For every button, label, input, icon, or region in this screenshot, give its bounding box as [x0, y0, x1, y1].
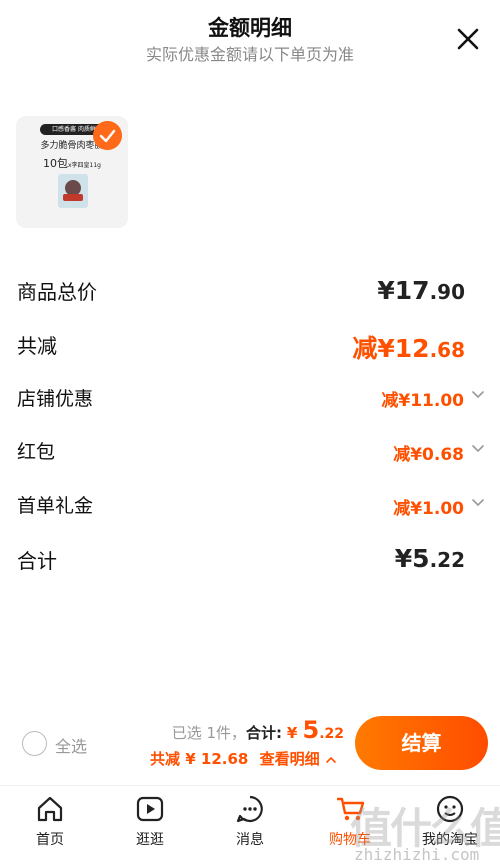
- total-int: 17: [394, 276, 430, 305]
- discount-total: 共减 ¥ 12.68: [150, 750, 249, 768]
- reduce-label: 共减: [17, 334, 57, 358]
- product-package-image: [58, 174, 88, 208]
- checkout-sum-label: 合计:: [246, 724, 283, 742]
- sum-dec: .22: [429, 548, 465, 572]
- chevron-down-icon[interactable]: [471, 390, 485, 400]
- product-qty-note: x李四皇11g: [68, 162, 101, 169]
- selected-check-icon[interactable]: [93, 121, 122, 150]
- total-symbol: ¥: [377, 276, 395, 305]
- tab-cart[interactable]: 购物车: [300, 786, 400, 868]
- reduce-int: 12: [394, 334, 430, 363]
- first-order-label: 首单礼金: [17, 495, 94, 517]
- sum-int: 5: [412, 544, 430, 573]
- tab-explore[interactable]: 逛逛: [100, 786, 200, 868]
- tab-home-label: 首页: [36, 832, 64, 848]
- select-all-checkbox[interactable]: [22, 731, 47, 756]
- reduce-symbol: ¥: [377, 334, 395, 363]
- checkout-price-int: 5: [302, 716, 320, 744]
- product-quantity: 10包x李四皇11g: [16, 152, 128, 171]
- checkout-price: ¥ 5.22: [286, 716, 344, 744]
- profile-icon: [436, 795, 464, 823]
- shop-discount-amount[interactable]: 减¥11.00: [381, 386, 464, 411]
- tab-profile-label: 我的淘宝: [422, 832, 478, 848]
- total-amount: ¥17.90: [377, 276, 465, 305]
- tab-explore-label: 逛逛: [136, 832, 164, 848]
- checkout-price-symbol: ¥: [286, 724, 298, 742]
- sum-symbol: ¥: [394, 544, 413, 573]
- chevron-down-icon[interactable]: [471, 444, 485, 454]
- header: 金额明细 实际优惠金额请以下单页为准: [0, 0, 500, 80]
- total-dec: .90: [429, 280, 465, 304]
- video-icon: [136, 796, 164, 822]
- chevron-down-icon[interactable]: [471, 498, 485, 508]
- select-all-label[interactable]: 全选: [55, 733, 87, 757]
- reduce-prefix: 减: [352, 334, 378, 363]
- message-icon: [236, 795, 263, 823]
- selected-summary: 已选 1件，合计: ¥ 5.22: [172, 716, 344, 744]
- reduce-dec: .68: [429, 338, 465, 362]
- discount-details-toggle[interactable]: 共减 ¥ 12.68 查看明细: [150, 748, 337, 769]
- tab-messages[interactable]: 消息: [200, 786, 300, 868]
- sum-amount: ¥5.22: [395, 544, 465, 573]
- sum-label: 合计: [17, 549, 57, 573]
- page-subtitle: 实际优惠金额请以下单页为准: [145, 45, 354, 64]
- red-packet-label: 红包: [17, 441, 56, 463]
- reduce-amount: 减¥12.68: [352, 329, 465, 365]
- total-label: 商品总价: [17, 280, 97, 304]
- tab-cart-label: 购物车: [329, 832, 371, 848]
- red-packet-amount[interactable]: 减¥0.68: [393, 440, 464, 465]
- tab-home[interactable]: 首页: [0, 786, 100, 868]
- first-order-amount[interactable]: 减¥1.00: [393, 494, 464, 519]
- bottom-tab-bar: 首页 逛逛 消息 购物车 我的淘宝: [0, 785, 500, 868]
- checkout-price-dec: .22: [319, 726, 344, 742]
- cart-icon: [337, 797, 365, 821]
- product-qty-main: 10包: [43, 157, 68, 170]
- tab-profile[interactable]: 我的淘宝: [400, 786, 500, 868]
- selected-count: 已选 1件，: [171, 724, 247, 742]
- package-label: [63, 194, 83, 201]
- checkout-button[interactable]: 结算: [355, 716, 488, 770]
- close-icon[interactable]: [455, 26, 481, 52]
- home-icon: [37, 796, 63, 822]
- tab-messages-label: 消息: [236, 832, 264, 848]
- shop-discount-label: 店铺优惠: [17, 388, 94, 410]
- view-details-link[interactable]: 查看明细: [260, 750, 320, 768]
- page-title: 金额明细: [208, 16, 292, 40]
- chevron-up-icon[interactable]: [325, 755, 337, 764]
